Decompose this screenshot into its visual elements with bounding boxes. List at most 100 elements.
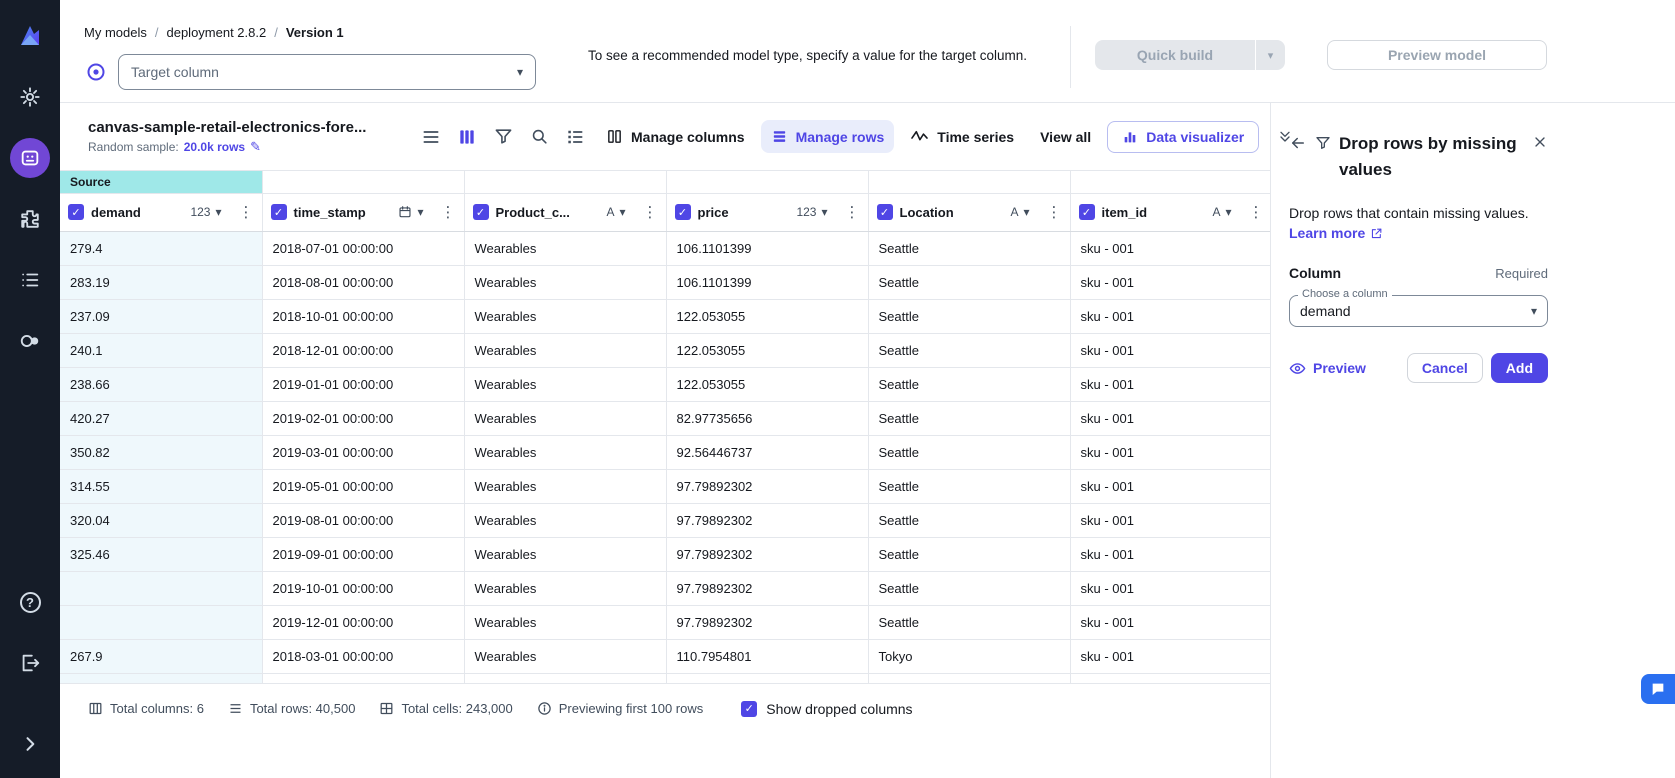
column-header-product-category[interactable]: Product_c... A▾ ⋮ (464, 193, 666, 231)
column-checkbox-checked-icon[interactable] (675, 204, 691, 220)
cancel-button[interactable]: Cancel (1407, 353, 1483, 383)
row-view-icon[interactable] (416, 122, 446, 152)
preview-model-button[interactable]: Preview model (1327, 40, 1547, 70)
feedback-chat-widget[interactable] (1641, 674, 1675, 704)
preview-button[interactable]: Preview (1289, 360, 1366, 377)
text-type-icon[interactable]: A▾ (606, 205, 625, 219)
quick-build-button[interactable]: Quick build ▾ (1095, 40, 1285, 70)
column-checkbox-checked-icon[interactable] (473, 204, 489, 220)
column-name: Product_c... (496, 205, 570, 220)
table-cell: 325.46 (60, 537, 262, 571)
close-icon[interactable] (1532, 134, 1548, 150)
previewing-rows-stat: Previewing first 100 rows (537, 701, 704, 716)
table-cell: sku - 001 (1070, 401, 1270, 435)
table-cell: 2019-12-01 00:00:00 (262, 605, 464, 639)
table-cell: Wearables (464, 503, 666, 537)
column-checkbox-checked-icon[interactable] (68, 204, 84, 220)
schema-list-icon[interactable] (560, 122, 590, 152)
table-cell: Seattle (868, 469, 1070, 503)
datasets-list-icon[interactable] (10, 260, 50, 300)
number-type-icon[interactable]: 123▾ (796, 205, 827, 219)
table-cell: 2018-07-01 00:00:00 (262, 231, 464, 265)
column-checkbox-checked-icon[interactable] (877, 204, 893, 220)
column-checkbox-checked-icon[interactable] (1079, 204, 1095, 220)
breadcrumb: My models / deployment 2.8.2 / Version 1 (84, 25, 344, 40)
table-row: 240.12018-12-01 00:00:00Wearables122.053… (60, 333, 1270, 367)
view-all-button[interactable]: View all (1030, 121, 1101, 153)
app-sidebar: ? (0, 0, 60, 778)
time-series-button[interactable]: Time series (900, 119, 1024, 154)
kebab-menu-icon[interactable]: ⋮ (643, 203, 658, 221)
chat-bubble-icon (1650, 681, 1666, 697)
chevron-down-icon: ▾ (1023, 206, 1029, 218)
column-header-price[interactable]: price 123▾ ⋮ (666, 193, 868, 231)
canvas-logo[interactable] (10, 16, 50, 56)
learn-more-link[interactable]: Learn more (1289, 225, 1383, 241)
breadcrumb-my-models[interactable]: My models (84, 25, 147, 40)
info-icon (537, 701, 552, 716)
table-cell: 350.82 (60, 435, 262, 469)
quick-build-dropdown-caret[interactable]: ▾ (1255, 40, 1285, 70)
search-icon[interactable] (524, 122, 554, 152)
breadcrumb-separator: / (274, 25, 278, 40)
table-cell: 2018-03-01 00:00:00 (262, 639, 464, 673)
kebab-menu-icon[interactable]: ⋮ (239, 203, 254, 221)
target-hint-text: To see a recommended model type, specify… (588, 48, 1027, 63)
target-column-select[interactable]: Target column ▾ (118, 54, 536, 90)
table-cell: 106.1101399 (666, 265, 868, 299)
custom-models-puzzle-icon[interactable] (10, 199, 50, 239)
table-cell: Wearables (464, 401, 666, 435)
table-cell: sku - 001 (1070, 571, 1270, 605)
table-cell (60, 605, 262, 639)
table-cell: Wearables (464, 231, 666, 265)
column-header-demand[interactable]: demand 123▾ ⋮ (60, 193, 262, 231)
expand-sidebar-chevron-icon[interactable] (10, 724, 50, 764)
chevron-down-icon: ▾ (215, 206, 221, 218)
column-field-label: Column (1289, 265, 1341, 281)
column-header-location[interactable]: Location A▾ ⋮ (868, 193, 1070, 231)
empty-cell (666, 171, 868, 193)
filter-icon[interactable] (488, 122, 518, 152)
kebab-menu-icon[interactable]: ⋮ (1047, 203, 1062, 221)
data-visualizer-label: Data visualizer (1146, 129, 1244, 145)
table-row: 320.042019-08-01 00:00:00Wearables97.798… (60, 503, 1270, 537)
add-button[interactable]: Add (1491, 353, 1548, 383)
manage-columns-button[interactable]: Manage columns (596, 120, 755, 153)
show-dropped-columns-toggle[interactable]: Show dropped columns (741, 701, 912, 717)
column-view-icon[interactable] (452, 122, 482, 152)
text-type-icon[interactable]: A▾ (1010, 205, 1029, 219)
table-cell: Seattle (868, 401, 1070, 435)
table-cell: Wearables (464, 367, 666, 401)
automations-circles-icon[interactable] (10, 321, 50, 361)
table-cell: 267.9 (60, 639, 262, 673)
table-row: 238.662019-01-01 00:00:00Wearables122.05… (60, 367, 1270, 401)
kebab-menu-icon[interactable]: ⋮ (441, 203, 456, 221)
text-type-icon[interactable]: A▾ (1212, 205, 1231, 219)
table-cell: Wearables (464, 639, 666, 673)
total-cells-stat: Total cells: 243,000 (379, 701, 512, 716)
column-header-time-stamp[interactable]: time_stamp ▾ ⋮ (262, 193, 464, 231)
back-arrow-icon[interactable] (1289, 134, 1307, 152)
choose-column-select[interactable]: Choose a column demand ▾ (1289, 295, 1548, 327)
settings-gear-icon[interactable] (10, 77, 50, 117)
kebab-menu-icon[interactable]: ⋮ (845, 203, 860, 221)
data-visualizer-button[interactable]: Data visualizer (1107, 121, 1259, 153)
selected-column-value: demand (1300, 303, 1531, 319)
kebab-menu-icon[interactable]: ⋮ (1249, 203, 1264, 221)
sample-size-link[interactable]: 20.0k rows (184, 140, 245, 154)
table-row: 283.192018-08-01 00:00:00Wearables106.11… (60, 265, 1270, 299)
table-cell: Seattle (868, 435, 1070, 469)
breadcrumb-deployment[interactable]: deployment 2.8.2 (166, 25, 266, 40)
edit-sample-pencil-icon[interactable]: ✎ (250, 139, 261, 155)
target-icon (84, 60, 108, 84)
column-checkbox-checked-icon[interactable] (271, 204, 287, 220)
manage-rows-button[interactable]: Manage rows (761, 120, 895, 153)
checkbox-checked-icon[interactable] (741, 701, 757, 717)
column-header-item-id[interactable]: item_id A▾ ⋮ (1070, 193, 1270, 231)
logout-icon[interactable] (10, 643, 50, 683)
empty-cell (868, 171, 1070, 193)
my-models-icon[interactable] (10, 138, 50, 178)
number-type-icon[interactable]: 123▾ (190, 205, 221, 219)
help-icon[interactable]: ? (10, 582, 50, 622)
date-type-icon[interactable]: ▾ (398, 205, 423, 219)
